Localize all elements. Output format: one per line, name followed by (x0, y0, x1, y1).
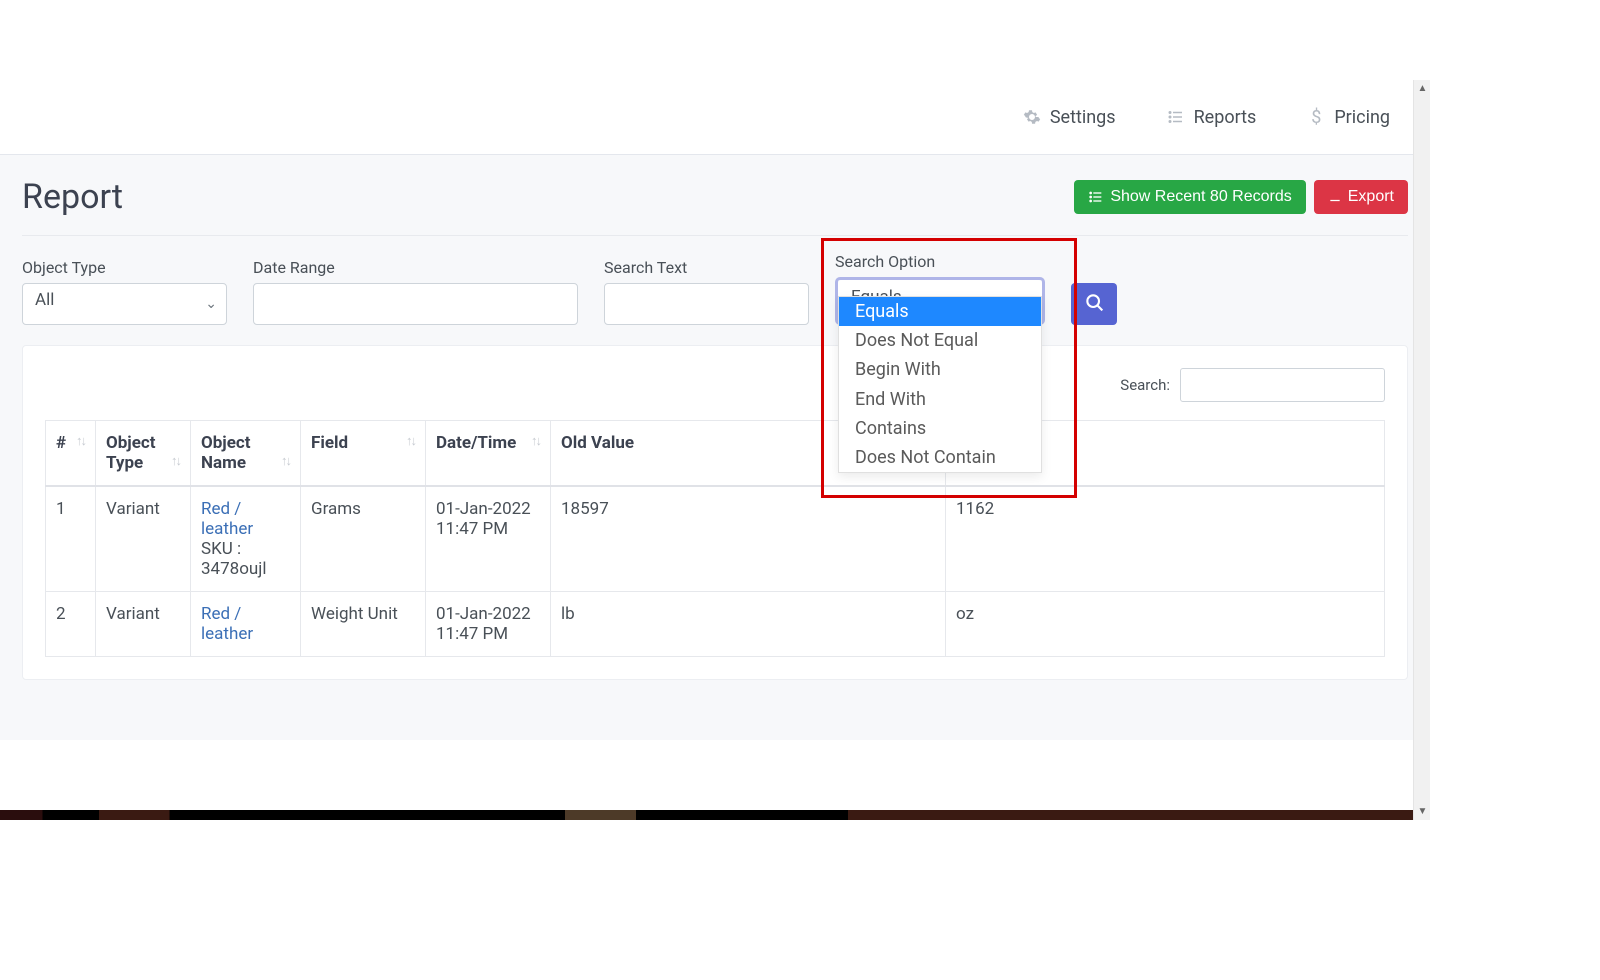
page-header: Report Show Recent 80 Records Export (22, 177, 1408, 236)
cell-object-name: Red / leather SKU : 3478oujl (191, 486, 301, 592)
table-card: Search: #↑↓ Object Type↑↓ Object Name↑↓ … (22, 345, 1408, 680)
search-option-label: Search Option (835, 252, 1045, 271)
list-icon (1166, 107, 1186, 127)
date-range-group: Date Range (253, 258, 578, 325)
download-icon (1328, 190, 1342, 204)
option-begin-with[interactable]: Begin With (839, 355, 1041, 384)
gear-icon (1022, 107, 1042, 127)
cell-index: 1 (46, 486, 96, 592)
list-icon (1088, 189, 1104, 205)
cell-datetime: 01-Jan-2022 11:47 PM (426, 486, 551, 592)
search-text-input[interactable] (604, 283, 809, 325)
sort-icon: ↑↓ (406, 433, 415, 449)
option-does-not-equal[interactable]: Does Not Equal (839, 326, 1041, 355)
cell-field: Grams (301, 486, 426, 592)
col-object-type[interactable]: Object Type↑↓ (96, 421, 191, 487)
nav-settings[interactable]: Settings (1022, 107, 1116, 128)
object-type-label: Object Type (22, 258, 227, 277)
col-field[interactable]: Field↑↓ (301, 421, 426, 487)
show-recent-button[interactable]: Show Recent 80 Records (1074, 180, 1305, 214)
top-nav: Settings Reports $ Pricing (0, 80, 1430, 155)
sort-icon: ↑↓ (171, 453, 180, 469)
nav-pricing[interactable]: $ Pricing (1306, 107, 1390, 128)
page-actions: Show Recent 80 Records Export (1074, 180, 1408, 214)
option-equals[interactable]: Equals (839, 297, 1041, 326)
scroll-up-icon[interactable]: ▲ (1414, 80, 1431, 97)
show-recent-label: Show Recent 80 Records (1110, 188, 1291, 206)
search-button[interactable] (1071, 283, 1117, 325)
col-object-name[interactable]: Object Name↑↓ (191, 421, 301, 487)
search-icon (1084, 292, 1104, 316)
cell-datetime: 01-Jan-2022 11:47 PM (426, 592, 551, 657)
page-title: Report (22, 177, 123, 217)
bottom-strip (0, 810, 1413, 820)
option-does-not-contain[interactable]: Does Not Contain (839, 443, 1041, 472)
date-range-label: Date Range (253, 258, 578, 277)
table-search-input[interactable] (1180, 368, 1385, 402)
col-datetime[interactable]: Date/Time↑↓ (426, 421, 551, 487)
cell-field: Weight Unit (301, 592, 426, 657)
table-search-label: Search: (1120, 376, 1170, 394)
sort-icon: ↑↓ (76, 433, 85, 449)
object-type-group: Object Type All ⌄ (22, 258, 227, 325)
sort-icon: ↑↓ (281, 453, 290, 469)
object-sku: SKU : 3478oujl (201, 539, 267, 579)
cell-object-type: Variant (96, 486, 191, 592)
cell-old-value: 18597 (551, 486, 946, 592)
cell-object-name: Red / leather (191, 592, 301, 657)
table-search-row: Search: (45, 368, 1385, 402)
table-header-row: #↑↓ Object Type↑↓ Object Name↑↓ Field↑↓ … (46, 421, 1385, 487)
nav-settings-label: Settings (1050, 107, 1116, 128)
nav-reports-label: Reports (1194, 107, 1257, 128)
object-link[interactable]: Red / leather (201, 499, 253, 539)
option-contains[interactable]: Contains (839, 414, 1041, 443)
table-row: 2 Variant Red / leather Weight Unit 01-J… (46, 592, 1385, 657)
nav-reports[interactable]: Reports (1166, 107, 1257, 128)
export-label: Export (1348, 188, 1394, 206)
option-end-with[interactable]: End With (839, 385, 1041, 414)
search-text-label: Search Text (604, 258, 809, 277)
date-range-input[interactable] (253, 283, 578, 325)
cell-old-value: lb (551, 592, 946, 657)
col-index[interactable]: #↑↓ (46, 421, 96, 487)
app-viewport: ▲ ▼ Settings Reports $ Pricing Report (0, 80, 1430, 820)
object-type-select[interactable]: All (22, 283, 227, 325)
scroll-down-icon[interactable]: ▼ (1414, 803, 1431, 820)
cell-index: 2 (46, 592, 96, 657)
sort-icon: ↑↓ (531, 433, 540, 449)
cell-object-type: Variant (96, 592, 191, 657)
dollar-icon: $ (1306, 107, 1326, 127)
cell-new-value: 1162 (946, 486, 1385, 592)
cell-new-value: oz (946, 592, 1385, 657)
report-table: #↑↓ Object Type↑↓ Object Name↑↓ Field↑↓ … (45, 420, 1385, 657)
search-option-group: Search Option Equals ⌄ Equals Does Not E… (835, 252, 1045, 325)
page-body: Report Show Recent 80 Records Export (0, 155, 1430, 740)
filter-bar: Object Type All ⌄ Date Range Search Text… (22, 252, 1408, 325)
search-option-dropdown: Equals Does Not Equal Begin With End Wit… (838, 296, 1042, 473)
table-row: 1 Variant Red / leather SKU : 3478oujl G… (46, 486, 1385, 592)
object-link[interactable]: Red / leather (201, 604, 253, 644)
nav-pricing-label: Pricing (1334, 107, 1390, 128)
export-button[interactable]: Export (1314, 180, 1408, 214)
search-text-group: Search Text (604, 258, 809, 325)
vertical-scrollbar[interactable]: ▲ ▼ (1413, 80, 1430, 820)
